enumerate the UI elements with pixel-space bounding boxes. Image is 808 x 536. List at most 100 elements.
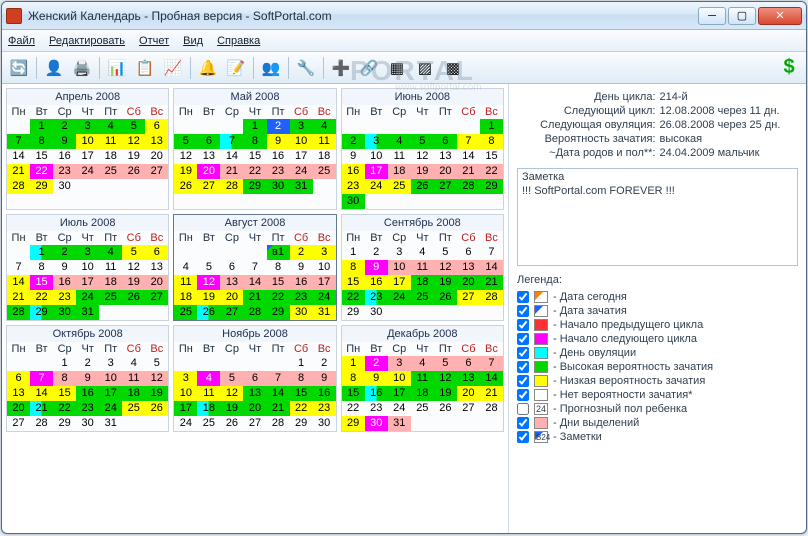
day-cell[interactable]: 1 xyxy=(53,356,76,371)
day-cell[interactable]: 4 xyxy=(122,356,145,371)
day-cell[interactable]: 16 xyxy=(267,149,290,164)
day-cell[interactable]: 25 xyxy=(313,164,336,179)
day-cell[interactable]: 26 xyxy=(122,164,145,179)
day-cell[interactable]: 3 xyxy=(76,119,99,134)
day-cell[interactable]: 17 xyxy=(313,275,336,290)
day-cell[interactable]: 18 xyxy=(122,386,145,401)
legend-check-ovulation[interactable] xyxy=(517,347,529,359)
day-cell[interactable]: 31 xyxy=(313,305,336,320)
day-cell[interactable]: 30 xyxy=(53,179,76,194)
day-cell[interactable]: 6 xyxy=(220,260,243,275)
day-cell[interactable]: 23 xyxy=(365,401,388,416)
day-cell[interactable]: 27 xyxy=(197,179,220,194)
day-cell[interactable]: 16 xyxy=(53,275,76,290)
day-cell[interactable]: 11 xyxy=(99,134,122,149)
day-cell[interactable]: 24 xyxy=(174,416,197,431)
day-cell[interactable]: 7 xyxy=(457,134,480,149)
day-cell[interactable]: 1 xyxy=(480,119,503,134)
day-cell[interactable]: 23 xyxy=(365,290,388,305)
day-cell[interactable]: 17 xyxy=(76,149,99,164)
day-cell[interactable]: 26 xyxy=(145,401,168,416)
day-cell[interactable]: 19 xyxy=(411,164,434,179)
day-cell[interactable]: 5 xyxy=(145,356,168,371)
day-cell[interactable]: 16 xyxy=(365,386,388,401)
user-button[interactable]: 👤 xyxy=(41,55,67,81)
day-cell[interactable]: 23 xyxy=(76,401,99,416)
close-button[interactable]: ✕ xyxy=(758,7,802,25)
day-cell[interactable]: 25 xyxy=(411,290,434,305)
add-button[interactable]: ➕ xyxy=(328,55,354,81)
day-cell[interactable]: 27 xyxy=(457,290,480,305)
day-cell[interactable]: 14 xyxy=(220,149,243,164)
day-cell[interactable]: 21 xyxy=(243,290,266,305)
day-cell[interactable]: 16 xyxy=(290,275,313,290)
menu-view[interactable]: Вид xyxy=(183,35,203,47)
day-cell[interactable]: в1 xyxy=(267,245,290,260)
day-cell[interactable]: 31 xyxy=(99,416,122,431)
day-cell[interactable]: 4 xyxy=(313,119,336,134)
day-cell[interactable]: 8 xyxy=(30,134,53,149)
day-cell[interactable]: 7 xyxy=(7,134,30,149)
day-cell[interactable]: 12 xyxy=(197,275,220,290)
day-cell[interactable]: 2 xyxy=(365,356,388,371)
day-cell[interactable]: 27 xyxy=(145,164,168,179)
day-cell[interactable]: 11 xyxy=(411,260,434,275)
month-7[interactable]: Ноябрь 2008ПнВтСрЧтПтСбВс123456789101112… xyxy=(173,325,336,432)
day-cell[interactable]: 27 xyxy=(145,290,168,305)
day-cell[interactable]: 18 xyxy=(99,275,122,290)
day-cell[interactable]: 3 xyxy=(388,245,411,260)
day-cell[interactable]: 2 xyxy=(365,245,388,260)
day-cell[interactable]: 14 xyxy=(30,386,53,401)
day-cell[interactable]: 27 xyxy=(457,401,480,416)
day-cell[interactable]: 18 xyxy=(174,290,197,305)
day-cell[interactable]: 23 xyxy=(267,164,290,179)
day-cell[interactable]: 20 xyxy=(145,149,168,164)
day-cell[interactable]: 16 xyxy=(342,164,365,179)
day-cell[interactable]: 18 xyxy=(411,275,434,290)
day-cell[interactable]: 2 xyxy=(53,119,76,134)
day-cell[interactable]: 28 xyxy=(220,179,243,194)
day-cell[interactable]: 25 xyxy=(174,305,197,320)
month-6[interactable]: Октябрь 2008ПнВтСрЧтПтСбВс12345678910111… xyxy=(6,325,169,432)
legend-check-notes[interactable] xyxy=(517,431,529,443)
day-cell[interactable]: 22 xyxy=(342,401,365,416)
day-cell[interactable]: 21 xyxy=(30,401,53,416)
day-cell[interactable]: 10 xyxy=(174,386,197,401)
day-cell[interactable]: 29 xyxy=(53,416,76,431)
day-cell[interactable]: 14 xyxy=(7,149,30,164)
legend-check-high-prob[interactable] xyxy=(517,361,529,373)
day-cell[interactable]: 21 xyxy=(7,290,30,305)
day-cell[interactable]: 8 xyxy=(267,260,290,275)
day-cell[interactable]: 22 xyxy=(30,290,53,305)
day-cell[interactable]: 20 xyxy=(220,290,243,305)
day-cell[interactable]: 30 xyxy=(342,194,365,209)
day-cell[interactable]: 14 xyxy=(457,149,480,164)
day-cell[interactable]: 10 xyxy=(388,260,411,275)
day-cell[interactable]: 28 xyxy=(480,401,503,416)
minimize-button[interactable]: ─ xyxy=(698,7,726,25)
day-cell[interactable]: 28 xyxy=(30,416,53,431)
day-cell[interactable]: 25 xyxy=(99,164,122,179)
day-cell[interactable]: 6 xyxy=(145,245,168,260)
day-cell[interactable]: 22 xyxy=(342,290,365,305)
day-cell[interactable]: 13 xyxy=(220,275,243,290)
day-cell[interactable]: 19 xyxy=(122,275,145,290)
day-cell[interactable]: 20 xyxy=(434,164,457,179)
day-cell[interactable]: 17 xyxy=(76,275,99,290)
menu-report[interactable]: Отчет xyxy=(139,35,169,47)
day-cell[interactable]: 3 xyxy=(290,119,313,134)
day-cell[interactable]: 29 xyxy=(342,416,365,431)
day-cell[interactable]: 11 xyxy=(99,260,122,275)
day-cell[interactable]: 13 xyxy=(7,386,30,401)
day-cell[interactable]: 13 xyxy=(434,149,457,164)
report-button[interactable]: 📋 xyxy=(132,55,158,81)
day-cell[interactable]: 3 xyxy=(76,245,99,260)
legend-check-gender[interactable] xyxy=(517,403,529,415)
day-cell[interactable]: 27 xyxy=(7,416,30,431)
day-cell[interactable]: 4 xyxy=(99,119,122,134)
month-0[interactable]: Апрель 2008ПнВтСрЧтПтСбВс123456789101112… xyxy=(6,88,169,210)
couple-button[interactable]: 👥 xyxy=(258,55,284,81)
day-cell[interactable]: 20 xyxy=(457,386,480,401)
day-cell[interactable]: 26 xyxy=(197,305,220,320)
day-cell[interactable]: 4 xyxy=(411,356,434,371)
